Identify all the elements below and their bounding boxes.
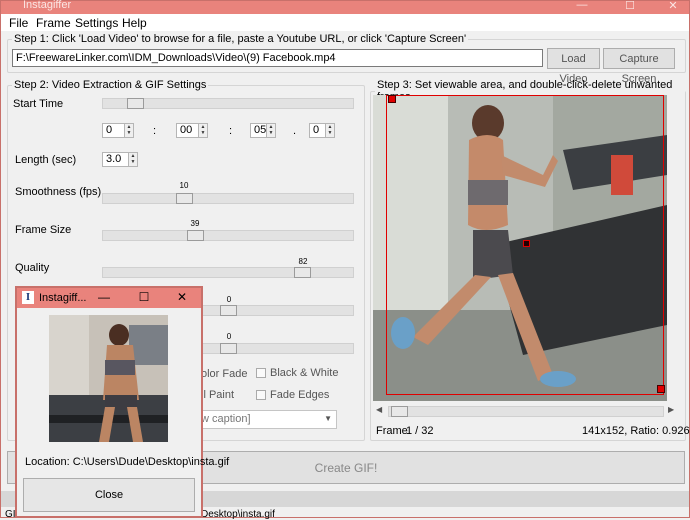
gif-location-text: Location: C:\Users\Dude\Desktop\insta.gi…	[25, 456, 230, 468]
time-separator: :	[229, 125, 233, 137]
gif-thumbnail	[49, 315, 168, 442]
smoothness-slider[interactable]	[102, 193, 354, 204]
minimize-button[interactable]: —	[567, 0, 597, 11]
menu-settings[interactable]: Settings	[75, 16, 118, 30]
quality-slider[interactable]	[102, 267, 354, 278]
gif-preview-popup: I Instagiff... — ☐ ✕ Location: C:\Users\…	[15, 286, 229, 518]
slider-thumb[interactable]	[220, 343, 237, 354]
caption-select[interactable]: w caption] ▼	[197, 410, 337, 429]
crop-handle-top-left[interactable]	[388, 95, 396, 103]
slider-thumb[interactable]	[127, 98, 144, 109]
minutes-value: 00	[180, 124, 193, 136]
menu-help[interactable]: Help	[122, 16, 147, 30]
frame-scrubber[interactable]: ◀ ▶	[374, 405, 678, 418]
seconds-value: 05	[254, 124, 267, 136]
title-bar: Instagiffer — ☐ ✕	[1, 0, 689, 14]
slider-thumb[interactable]	[220, 305, 237, 316]
step2-legend: Step 2: Video Extraction & GIF Settings	[14, 79, 207, 91]
quality-value: 82	[298, 257, 308, 266]
quality-label: Quality	[15, 262, 50, 274]
step1-legend: Step 1: Click 'Load Video' to browse for…	[14, 33, 467, 45]
scroll-left-icon[interactable]: ◀	[376, 405, 382, 414]
video-path-input[interactable]: F:\FreewareLinker.com\IDM_Downloads\Vide…	[12, 49, 543, 67]
close-button[interactable]: ✕	[658, 0, 688, 12]
slider-thumb[interactable]	[187, 230, 204, 241]
spinner-arrows-icon[interactable]: ▲ ▼	[266, 124, 275, 137]
color-fade-label: olor Fade	[201, 368, 248, 380]
status-text-right: Desktop\insta.gif	[201, 509, 275, 520]
frame-dimensions: 141x152, Ratio: 0.926:1	[582, 425, 690, 437]
hours-spinner[interactable]: 0 ▲ ▼	[102, 123, 134, 138]
length-value: 3.0	[106, 153, 122, 165]
capture-screen-button[interactable]: Capture Screen	[603, 48, 675, 85]
caption-select-value: w caption]	[201, 413, 251, 425]
smoothness-value: 10	[179, 181, 189, 190]
menu-frame[interactable]: Frame	[36, 16, 71, 30]
instagiffer-app-icon: I	[22, 291, 34, 304]
window-title: Instagiffer	[23, 0, 72, 11]
seconds-spinner[interactable]: 05 ▲ ▼	[250, 123, 276, 138]
fraction-value: 0	[313, 124, 320, 136]
hours-value: 0	[106, 124, 113, 136]
chevron-down-icon: ▼	[324, 414, 332, 423]
gif-thumbnail-image	[49, 315, 168, 442]
video-frame-preview[interactable]	[373, 95, 667, 401]
frame-size-slider[interactable]	[102, 230, 354, 241]
popup-title-bar: I Instagiff... — ☐ ✕	[17, 288, 201, 308]
popup-maximize-button[interactable]: ☐	[125, 290, 163, 304]
fade-edges-checkbox[interactable]	[256, 390, 266, 400]
smoothness-label: Smoothness (fps)	[15, 186, 102, 198]
fade-edges-label: Fade Edges	[270, 389, 330, 401]
spinner-arrows-icon[interactable]: ▲ ▼	[124, 124, 133, 137]
frame-scrubber-track[interactable]	[388, 406, 664, 417]
spinner-arrows-icon[interactable]: ▲ ▼	[128, 153, 137, 166]
slider-thumb[interactable]	[294, 267, 311, 278]
start-time-label: Start Time	[13, 98, 64, 110]
start-time-slider[interactable]	[102, 98, 354, 109]
time-separator: .	[293, 125, 297, 137]
length-spinner[interactable]: 3.0 ▲ ▼	[102, 152, 138, 167]
oil-paint-label: il Paint	[201, 389, 235, 401]
frame-position: 1 / 32	[406, 425, 434, 437]
time-separator: :	[153, 125, 157, 137]
slider-thumb[interactable]	[176, 193, 193, 204]
black-white-checkbox[interactable]	[256, 368, 266, 378]
frame-size-label: Frame Size	[15, 224, 72, 236]
popup-close-dialog-button[interactable]: Close	[23, 478, 195, 512]
spinner-arrows-icon[interactable]: ▲ ▼	[325, 124, 334, 137]
slider-five-value: 0	[226, 295, 232, 304]
frame-label: Frame	[376, 425, 408, 437]
spinner-arrows-icon[interactable]: ▲ ▼	[198, 124, 207, 137]
popup-title: Instagiff...	[39, 292, 87, 304]
status-text-left: GI	[5, 509, 16, 520]
menu-file[interactable]: File	[9, 16, 28, 30]
length-label: Length (sec)	[15, 154, 77, 166]
popup-close-button[interactable]: ✕	[163, 290, 201, 304]
black-white-label: Black & White	[270, 367, 339, 379]
popup-minimize-button[interactable]: —	[85, 290, 123, 304]
scroll-right-icon[interactable]: ▶	[668, 405, 674, 414]
frame-size-value: 39	[190, 219, 200, 228]
menu-bar: File Frame Settings Help	[1, 14, 689, 31]
crop-handle-bottom-right[interactable]	[657, 385, 665, 393]
load-video-button[interactable]: Load Video	[547, 48, 600, 85]
slider-six-value: 0	[226, 332, 232, 341]
fraction-spinner[interactable]: 0 ▲ ▼	[309, 123, 335, 138]
maximize-button[interactable]: ☐	[615, 0, 645, 12]
crop-handle-center[interactable]	[523, 240, 530, 247]
slider-thumb[interactable]	[391, 406, 408, 417]
minutes-spinner[interactable]: 00 ▲ ▼	[176, 123, 208, 138]
